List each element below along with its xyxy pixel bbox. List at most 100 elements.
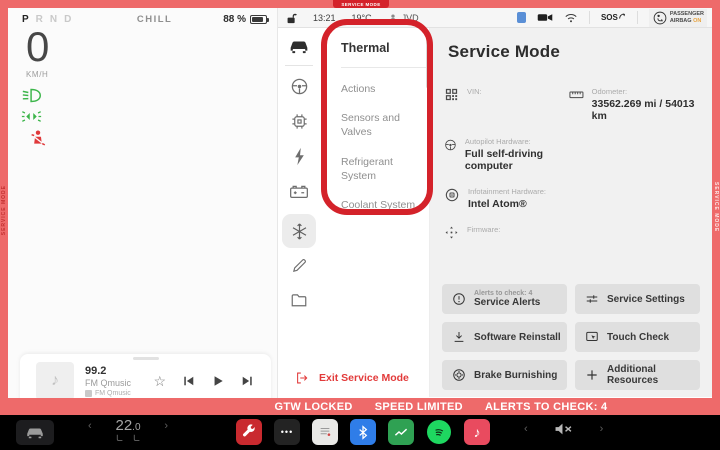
firmware-label: Firmware: bbox=[467, 225, 500, 234]
vin-label: VIN: bbox=[467, 87, 482, 96]
brake-burnishing-button[interactable]: Brake Burnishing bbox=[442, 360, 567, 390]
service-alerts-button[interactable]: Alerts to check: 4 Service Alerts bbox=[442, 284, 567, 314]
sidebar-item-thermal-selected[interactable] bbox=[282, 214, 316, 248]
sidebar-divider bbox=[285, 65, 313, 66]
sliders-icon bbox=[585, 292, 599, 306]
gear-n: N bbox=[50, 14, 57, 25]
steering-wheel-icon bbox=[290, 77, 309, 96]
airbag-line1: PASSENGER bbox=[670, 11, 704, 18]
airbag-icon bbox=[653, 11, 667, 25]
software-reinstall-button[interactable]: Software Reinstall bbox=[442, 322, 567, 352]
low-beam-icon bbox=[21, 88, 46, 103]
exit-service-mode-button[interactable]: Exit Service Mode bbox=[295, 371, 409, 385]
clock: 13:21 bbox=[313, 13, 336, 23]
volume-control[interactable]: ‹ › bbox=[524, 422, 603, 436]
service-mode-top-pill: SERVICE MODE bbox=[333, 0, 389, 8]
volume-up-chevron[interactable]: › bbox=[600, 423, 604, 435]
status-bar: 13:21 19°C JVD SOS bbox=[278, 8, 712, 28]
app-bluetooth[interactable] bbox=[350, 419, 376, 445]
profile-name: JVD bbox=[402, 13, 419, 23]
page-title: Service Mode bbox=[448, 42, 712, 62]
spotify-icon bbox=[427, 420, 451, 444]
unlocked-icon[interactable] bbox=[286, 12, 297, 24]
airbag-on-status: ON bbox=[693, 18, 701, 24]
sidebar-item-autopilot[interactable] bbox=[290, 74, 309, 98]
album-art: ♪ bbox=[36, 362, 74, 400]
submenu-item-coolant[interactable]: Coolant System bbox=[341, 198, 425, 212]
touch-check-label: Touch Check bbox=[607, 332, 669, 343]
volume-muted-icon[interactable] bbox=[554, 422, 574, 436]
exit-icon bbox=[295, 371, 309, 385]
plus-icon bbox=[585, 368, 599, 382]
service-settings-button[interactable]: Service Settings bbox=[575, 284, 700, 314]
submenu-item-sensors-valves[interactable]: Sensors and Valves bbox=[341, 111, 425, 139]
previous-track-icon[interactable] bbox=[183, 375, 195, 387]
person-icon bbox=[388, 13, 398, 23]
cabin-temp-value: 22 bbox=[115, 417, 132, 434]
sidebar-item-files[interactable] bbox=[290, 288, 308, 312]
app-radio[interactable] bbox=[312, 419, 338, 445]
service-mode-panel: Service Mode VIN: Od bbox=[430, 28, 712, 397]
favorite-icon[interactable]: ☆ bbox=[153, 373, 166, 390]
autopilot-hardware-label: Autopilot Hardware: bbox=[465, 137, 569, 146]
battery-status: 88 % bbox=[223, 14, 267, 25]
volume-down-chevron[interactable]: ‹ bbox=[524, 423, 528, 435]
play-icon[interactable] bbox=[212, 375, 224, 387]
exit-service-mode-label: Exit Service Mode bbox=[319, 372, 409, 384]
submenu-item-actions[interactable]: Actions bbox=[341, 82, 425, 96]
seat-heater-right-icon[interactable] bbox=[132, 434, 141, 442]
climate-control[interactable]: ‹ 22.0 › bbox=[88, 417, 168, 442]
brake-burnishing-label: Brake Burnishing bbox=[474, 370, 557, 381]
app-music[interactable]: ♪ bbox=[464, 419, 490, 445]
thermal-submenu: Thermal Actions Sensors and Valves Refri… bbox=[320, 28, 430, 397]
sidebar-item-low-voltage[interactable] bbox=[289, 179, 309, 203]
source-badge-icon bbox=[85, 390, 92, 397]
app-service-wrench[interactable] bbox=[236, 419, 262, 445]
snowflake-icon bbox=[290, 222, 309, 241]
autopilot-hardware-field: Autopilot Hardware: Full self-driving co… bbox=[444, 137, 569, 172]
temp-down-chevron[interactable]: ‹ bbox=[88, 420, 92, 432]
chip-icon bbox=[290, 112, 309, 131]
dashcam-icon[interactable] bbox=[537, 12, 553, 23]
alerts-count: Alerts to check: 4 bbox=[474, 290, 540, 297]
app-more[interactable]: ••• bbox=[274, 419, 300, 445]
media-drag-handle[interactable] bbox=[133, 357, 159, 360]
vehicle-controls-button[interactable] bbox=[16, 420, 54, 445]
speed-value: 0 bbox=[26, 26, 49, 68]
sidebar-item-vehicle[interactable] bbox=[289, 34, 309, 58]
profile-button[interactable]: JVD bbox=[388, 13, 419, 23]
sos-arrow-icon bbox=[619, 13, 626, 20]
submenu-title: Thermal bbox=[341, 41, 429, 55]
sos-label: SOS bbox=[601, 13, 618, 22]
banner-speed-limited: SPEED LIMITED bbox=[375, 401, 463, 413]
temp-up-chevron[interactable]: › bbox=[164, 420, 168, 432]
sos-button[interactable]: SOS bbox=[601, 13, 626, 22]
wifi-icon[interactable] bbox=[564, 12, 578, 23]
speedometer: 0 KM/H bbox=[26, 26, 49, 79]
seat-heater-left-icon[interactable] bbox=[115, 434, 124, 442]
media-source: FM Qmusic bbox=[95, 390, 131, 397]
touch-screen-icon bbox=[585, 330, 599, 344]
sidebar-item-high-voltage[interactable] bbox=[292, 144, 307, 168]
sidebar-item-notes[interactable] bbox=[291, 253, 308, 277]
additional-resources-label: Additional Resources bbox=[607, 364, 677, 386]
instrument-cluster: P R N D CHILL 88 % 0 KM/H bbox=[8, 8, 278, 398]
drive-mode-label: CHILL bbox=[86, 14, 223, 25]
vin-value bbox=[467, 98, 482, 110]
sidebar-item-infotainment[interactable] bbox=[290, 109, 309, 133]
infotainment-hardware-label: Infotainment Hardware: bbox=[468, 187, 546, 196]
submenu-item-refrigerant[interactable]: Refrigerant System bbox=[341, 155, 425, 183]
brake-disc-icon bbox=[452, 368, 466, 382]
touch-check-button[interactable]: Touch Check bbox=[575, 322, 700, 352]
app-charts[interactable] bbox=[388, 419, 414, 445]
submenu-scrollbar[interactable] bbox=[426, 30, 429, 88]
additional-resources-button[interactable]: Additional Resources bbox=[575, 360, 700, 390]
speed-unit: KM/H bbox=[26, 70, 49, 79]
car-icon bbox=[289, 39, 309, 54]
next-track-icon[interactable] bbox=[241, 375, 253, 387]
vin-field: VIN: bbox=[444, 87, 569, 122]
ellipsis-icon: ••• bbox=[281, 427, 293, 437]
app-spotify[interactable] bbox=[426, 419, 452, 445]
divider bbox=[589, 11, 590, 24]
service-alerts-label: Service Alerts bbox=[474, 297, 540, 308]
